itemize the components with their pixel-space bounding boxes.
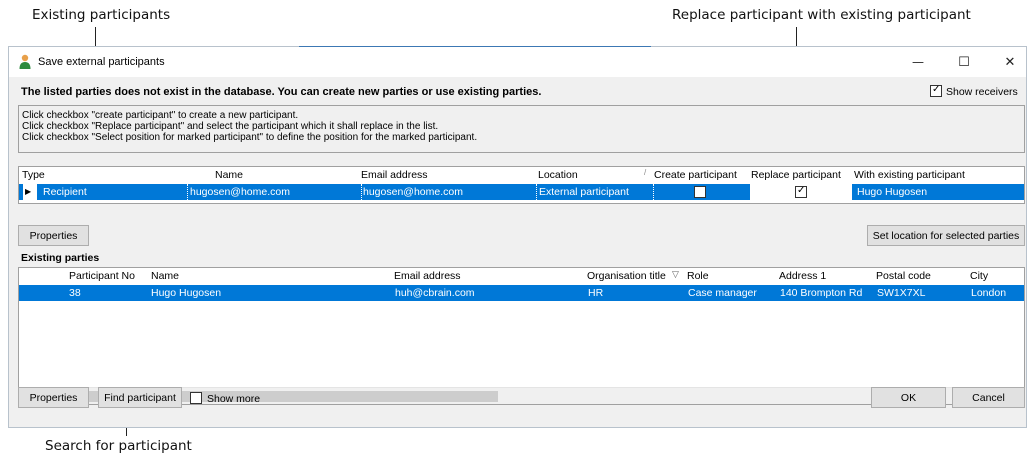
cell-city: London (971, 287, 1007, 299)
title-bar: Save external participants — ☐ ✕ (9, 47, 1026, 77)
row-pointer-icon: ▶ (23, 184, 37, 200)
grid-header: Type Name Email address Location / Creat… (19, 167, 1024, 183)
show-receivers-checkbox[interactable]: ✓ (930, 84, 942, 97)
check-icon: ✓ (932, 84, 941, 95)
participants-grid[interactable]: Type Name Email address Location / Creat… (18, 166, 1025, 204)
minimize-button[interactable]: — (895, 47, 941, 77)
instruction-line: Click checkbox "Replace participant" and… (22, 121, 439, 132)
col-participant-no[interactable]: Participant No (69, 270, 135, 282)
col-create[interactable]: Create participant (654, 169, 737, 181)
cell-existing: Hugo Hugosen (857, 186, 928, 198)
col-replace[interactable]: Replace participant (751, 169, 841, 181)
grid-header: Participant No Name Email address Organi… (19, 268, 1024, 284)
col-email[interactable]: Email address (361, 169, 428, 181)
person-icon (19, 54, 31, 69)
show-more-label: Show more (207, 393, 261, 405)
col-role[interactable]: Role (687, 270, 709, 282)
cell-role: Case manager (688, 287, 757, 299)
callout-replace-participant: Replace participant with existing partic… (672, 7, 971, 23)
show-receivers-label: Show receivers (946, 86, 1018, 98)
cell-name: hugosen@home.com (190, 186, 290, 198)
find-participant-button[interactable]: Find participant (98, 387, 182, 408)
callout-existing-participants: Existing participants (32, 7, 171, 23)
col-name[interactable]: Name (151, 270, 179, 282)
cell-postal: SW1X7XL (877, 287, 926, 299)
properties-button-bottom[interactable]: Properties (18, 387, 89, 408)
check-icon: ✓ (797, 185, 806, 196)
window-title: Save external participants (38, 56, 165, 68)
cell-email: huh@cbrain.com (395, 287, 475, 299)
instruction-line: Click checkbox "Select position for mark… (22, 132, 478, 143)
callout-search-participant: Search for participant (45, 438, 192, 454)
col-org-title[interactable]: Organisation title (587, 270, 666, 282)
cell-address: 140 Brompton Rd (780, 287, 863, 299)
headline: The listed parties does not exist in the… (21, 86, 542, 98)
create-participant-checkbox[interactable] (694, 186, 706, 198)
cell-org-title: HR (588, 287, 604, 299)
existing-parties-grid[interactable]: Participant No Name Email address Organi… (18, 267, 1025, 405)
col-address[interactable]: Address 1 (779, 270, 826, 282)
col-location[interactable]: Location (538, 169, 578, 181)
dialog-window: Save external participants — ☐ ✕ The lis… (8, 46, 1027, 428)
cancel-button[interactable]: Cancel (952, 387, 1025, 408)
maximize-button[interactable]: ☐ (941, 47, 987, 77)
cell-participant-no: 38 (69, 287, 81, 299)
properties-button-top[interactable]: Properties (18, 225, 89, 246)
ok-button[interactable]: OK (871, 387, 946, 408)
cell-type: Recipient (43, 186, 87, 198)
col-email[interactable]: Email address (394, 270, 461, 282)
col-city[interactable]: City (970, 270, 988, 282)
show-more-checkbox[interactable] (190, 392, 202, 404)
close-button[interactable]: ✕ (987, 47, 1027, 77)
instruction-line: Click checkbox "create participant" to c… (22, 110, 299, 121)
sort-indicator-icon: / (644, 168, 647, 177)
cell-name: Hugo Hugosen (151, 287, 222, 299)
replace-participant-checkbox[interactable]: ✓ (795, 185, 807, 198)
col-existing[interactable]: With existing participant (854, 169, 965, 181)
instructions-box: Click checkbox "create participant" to c… (18, 105, 1025, 153)
col-name[interactable]: Name (215, 169, 243, 181)
cell-email: hugosen@home.com (363, 186, 463, 198)
existing-party-row[interactable]: 38 Hugo Hugosen huh@cbrain.com HR Case m… (19, 285, 1024, 301)
col-type[interactable]: Type (22, 169, 45, 181)
col-postal[interactable]: Postal code (876, 270, 931, 282)
cell-location: External participant (539, 186, 629, 198)
existing-parties-label: Existing parties (21, 252, 100, 264)
filter-icon: ▽ (672, 269, 679, 279)
set-location-button[interactable]: Set location for selected parties (867, 225, 1025, 246)
participant-row[interactable]: ▶ Recipient hugosen@home.com hugosen@hom… (19, 184, 1024, 200)
